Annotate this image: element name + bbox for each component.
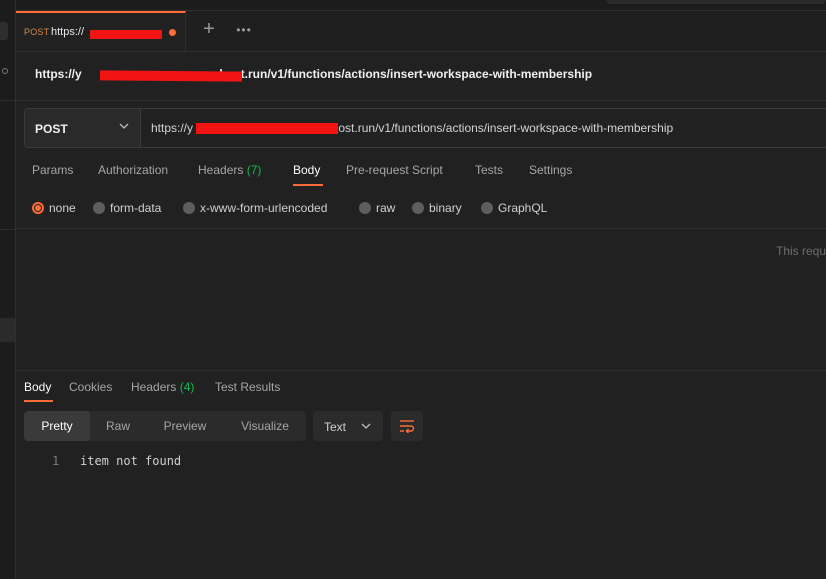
tab-authorization[interactable]: Authorization [98,163,168,177]
sidebar-edge-divider [0,100,15,101]
response-tab-body-underline [24,400,53,402]
response-divider[interactable] [16,370,826,371]
radio-unselected-icon [412,202,424,214]
response-format-select[interactable]: Text [313,411,383,441]
radio-selected-icon [32,202,44,214]
response-view-mode: Pretty Raw Preview Visualize [24,411,306,441]
new-tab-plus-icon[interactable]: + [198,19,220,41]
view-visualize-button[interactable]: Visualize [224,411,306,441]
request-tab-bar: POST https:// + ••• [16,11,826,52]
tab-headers-count: (7) [246,163,262,177]
radio-unselected-icon [183,202,195,214]
sidebar-edge-divider [0,229,15,230]
tab-headers[interactable]: Headers (7) [198,163,261,177]
response-tab-cookies[interactable]: Cookies [69,380,112,394]
tab-body[interactable]: Body [293,163,320,177]
sidebar-edge-selected-item[interactable] [0,318,15,342]
method-select-label: POST [35,122,68,136]
left-sidebar-edge [0,0,16,579]
response-body-line: item not found [80,454,182,468]
postman-app: POST https:// + ••• https://y .nhost.run/… [0,0,826,579]
response-tab-body[interactable]: Body [24,380,51,394]
radio-unselected-icon [93,202,105,214]
tab-method-label: POST [24,27,50,37]
request-name-redaction [99,70,243,82]
tab-headers-label: Headers [198,163,244,177]
wrap-lines-button[interactable] [391,411,423,441]
radio-label: GraphQL [498,201,548,215]
url-redaction [196,123,338,134]
radio-label: x-www-form-urlencoded [200,201,328,215]
tab-url-label: https:// [51,26,85,38]
url-bar: POST https://y nhost.run/v1/functions/act… [24,108,826,148]
chevron-down-icon [119,123,129,129]
response-tab-test-results[interactable]: Test Results [215,380,280,394]
request-tab[interactable]: POST https:// [16,11,186,51]
chevron-down-icon [361,423,371,429]
radio-label: raw [376,201,396,215]
radio-unselected-icon [481,202,493,214]
response-tab-headers-count: (4) [179,380,195,394]
sidebar-edge-dot-icon [2,68,8,74]
view-pretty-button[interactable]: Pretty [24,411,90,441]
tab-tests[interactable]: Tests [475,163,503,177]
method-select[interactable]: POST [25,109,141,147]
radio-label: binary [429,201,462,215]
top-strip [16,0,826,11]
tab-params[interactable]: Params [32,163,73,177]
radio-label: form-data [110,201,162,215]
tab-body-underline [293,184,323,186]
view-raw-button[interactable]: Raw [90,411,146,441]
tab-url-redaction [90,30,162,39]
unsaved-changes-dot-icon[interactable] [169,29,176,36]
top-strip-control[interactable] [606,0,826,4]
line-number: 1 [52,454,60,468]
wrap-lines-icon [400,420,415,433]
more-tabs-ellipsis-icon[interactable]: ••• [232,19,256,41]
radio-unselected-icon [359,202,371,214]
section-divider [16,228,826,229]
response-tab-headers[interactable]: Headers (4) [131,380,194,394]
view-preview-button[interactable]: Preview [148,411,222,441]
tab-pre-request-script[interactable]: Pre-request Script [346,163,443,177]
body-empty-hint: This requ [776,244,826,258]
response-tab-headers-label: Headers [131,380,177,394]
radio-label: none [49,201,76,215]
request-header: https://y .nhost.run/v1/functions/actions… [16,52,826,101]
response-format-label: Text [324,420,347,434]
sidebar-edge-chip[interactable] [0,22,8,40]
tab-settings[interactable]: Settings [529,163,572,177]
